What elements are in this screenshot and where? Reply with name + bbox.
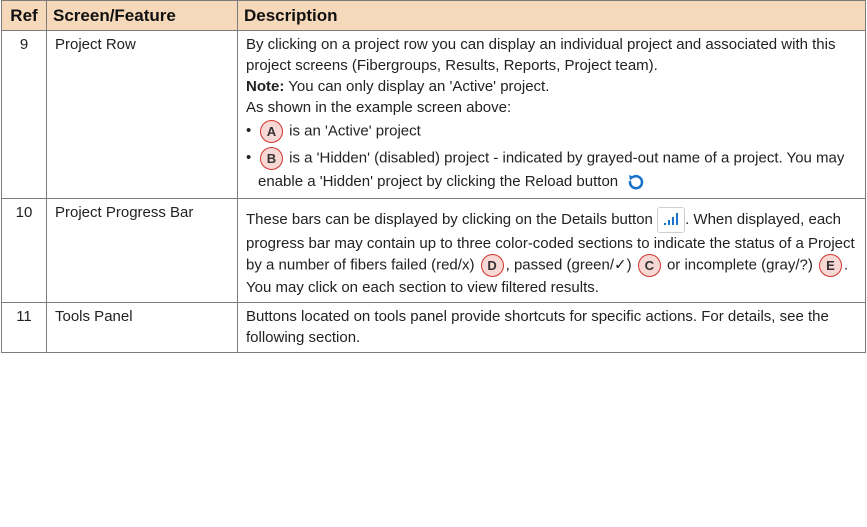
header-description: Description <box>237 0 866 31</box>
header-feature: Screen/Feature <box>46 0 238 31</box>
row-ref: 11 <box>1 302 47 353</box>
row-description: Buttons located on tools panel provide s… <box>237 302 866 353</box>
progress-text-4: ) <box>626 256 632 274</box>
row-description: By clicking on a project row you can dis… <box>237 30 866 199</box>
table-row: 11 Tools Panel Buttons located on tools … <box>1 302 866 353</box>
row-ref: 10 <box>1 198 47 303</box>
header-ref: Ref <box>1 0 47 31</box>
row-feature: Project Row <box>46 30 238 199</box>
row-feature: Tools Panel <box>46 302 238 353</box>
row-ref: 9 <box>1 30 47 199</box>
bar-chart-icon <box>657 207 686 233</box>
description-example: As shown in the example screen above: <box>246 99 512 116</box>
bullet-b-text: is a 'Hidden' (disabled) project - indic… <box>258 149 845 190</box>
table-row: 10 Project Progress Bar These bars can b… <box>1 198 866 303</box>
row-feature: Project Progress Bar <box>46 198 238 303</box>
list-item: A is an 'Active' project <box>246 120 859 143</box>
table-row: 9 Project Row By clicking on a project r… <box>1 30 866 199</box>
list-item: B is a 'Hidden' (disabled) project - ind… <box>246 147 859 194</box>
table-header-row: Ref Screen/Feature Description <box>1 0 866 31</box>
feature-table: Ref Screen/Feature Description 9 Project… <box>1 0 866 353</box>
description-intro: By clicking on a project row you can dis… <box>246 36 836 74</box>
progress-text-1: These bars can be displayed by clicking … <box>246 210 653 228</box>
note-text: You can only display an 'Active' project… <box>284 78 550 95</box>
progress-text-3: , passed (green/ <box>505 256 615 274</box>
callout-c: C <box>637 254 661 277</box>
row-description: These bars can be displayed by clicking … <box>237 198 866 303</box>
callout-e: E <box>819 254 843 277</box>
description-note: Note: You can only display an 'Active' p… <box>246 76 859 97</box>
callout-d: D <box>480 254 504 277</box>
check-mark: ✓ <box>614 256 627 274</box>
note-label: Note: <box>246 78 285 95</box>
bullet-list: A is an 'Active' project B is a 'Hidden'… <box>246 120 859 194</box>
callout-a: A <box>260 120 283 143</box>
reload-icon <box>622 170 649 194</box>
bullet-a-text: is an 'Active' project <box>289 122 421 140</box>
progress-text-5: or incomplete (gray/?) <box>666 256 813 274</box>
callout-b: B <box>260 147 283 170</box>
